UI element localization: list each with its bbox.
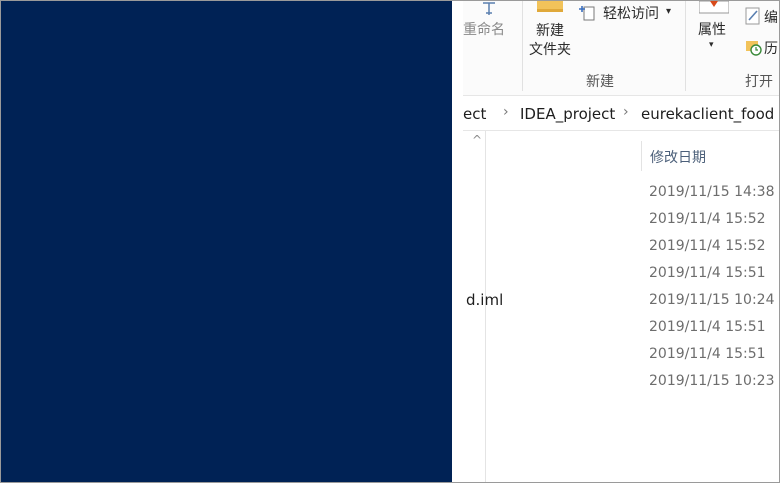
new-folder-label-line1: 新建 — [536, 23, 564, 39]
modified-date: 2019/11/4 15:51 — [649, 319, 766, 335]
new-folder-button[interactable]: 新建 文件夹 — [525, 1, 579, 61]
sort-caret-icon: ^ — [472, 133, 483, 147]
modified-date: 2019/11/15 10:23 — [649, 373, 775, 389]
properties-button[interactable]: 属性 ▾ — [693, 1, 735, 50]
ribbon-group-open-label: 打开 — [745, 74, 773, 90]
ribbon-separator — [685, 1, 686, 91]
breadcrumb-item[interactable]: IDEA_project — [520, 105, 615, 123]
easy-access-label: 轻松访问 — [603, 6, 659, 22]
ribbon: 重命名 新建 文件夹 轻松访问 ▾ 新建 属性 ▾ 编 历 打开 — [463, 1, 779, 96]
screen: 重命名 新建 文件夹 轻松访问 ▾ 新建 属性 ▾ 编 历 打开 ect › I… — [0, 0, 780, 483]
dropdown-arrow-icon: ▾ — [666, 6, 672, 17]
ribbon-separator — [522, 1, 523, 91]
rename-icon — [483, 2, 495, 15]
modified-date: 2019/11/4 15:52 — [649, 238, 766, 254]
folder-icon — [537, 1, 563, 12]
history-button[interactable]: 历 — [743, 38, 779, 60]
modified-date: 2019/11/15 10:24 — [649, 292, 775, 308]
modified-date: 2019/11/4 15:52 — [649, 211, 766, 227]
modified-date: 2019/11/4 15:51 — [649, 265, 766, 281]
modified-date: 2019/11/4 15:51 — [649, 346, 766, 362]
window-gap — [452, 1, 463, 482]
edit-icon — [745, 7, 760, 25]
history-icon — [746, 41, 762, 56]
column-header-label: 修改日期 — [650, 150, 706, 166]
chevron-right-icon[interactable]: › — [623, 104, 629, 120]
edit-label: 编 — [764, 10, 778, 26]
properties-icon — [699, 1, 729, 14]
file-explorer-window: 重命名 新建 文件夹 轻松访问 ▾ 新建 属性 ▾ 编 历 打开 ect › I… — [463, 1, 779, 482]
desktop-background — [1, 1, 452, 482]
edit-button[interactable]: 编 — [743, 7, 779, 29]
address-bar[interactable]: ect › IDEA_project › eurekaclient_food — [463, 98, 779, 131]
ribbon-group-new-label: 新建 — [586, 74, 614, 90]
column-header-modified[interactable]: 修改日期 — [641, 141, 778, 171]
breadcrumb-item[interactable]: ect — [463, 105, 486, 123]
history-label: 历 — [764, 41, 778, 57]
easy-access-icon — [579, 6, 595, 21]
file-name: d.iml — [466, 291, 504, 309]
rename-label: 重命名 — [463, 22, 505, 38]
easy-access-button[interactable]: 轻松访问 ▾ — [579, 3, 675, 25]
rename-button[interactable]: 重命名 — [463, 1, 519, 45]
breadcrumb-item[interactable]: eurekaclient_food — [641, 105, 774, 123]
new-folder-label-line2: 文件夹 — [529, 42, 571, 58]
chevron-right-icon[interactable]: › — [503, 104, 509, 120]
dropdown-arrow-icon: ▾ — [709, 40, 714, 50]
modified-date: 2019/11/15 14:38 — [649, 184, 775, 200]
